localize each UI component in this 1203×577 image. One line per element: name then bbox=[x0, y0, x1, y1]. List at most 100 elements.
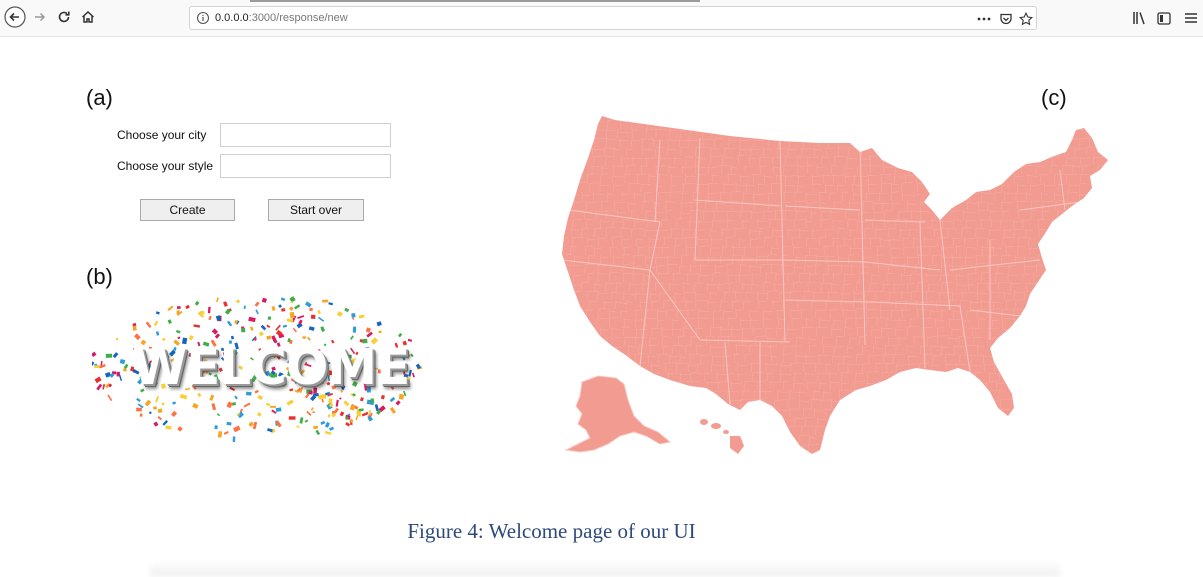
county-border bbox=[927, 452, 938, 454]
county-border bbox=[562, 380, 568, 391]
county-border bbox=[1052, 218, 1063, 229]
county-border bbox=[1104, 425, 1108, 436]
county-border bbox=[717, 119, 727, 130]
county-border bbox=[562, 209, 570, 220]
menu-button[interactable] bbox=[1182, 9, 1200, 27]
pocket-button[interactable] bbox=[998, 11, 1014, 27]
confetti-piece bbox=[243, 402, 251, 408]
confetti-piece bbox=[312, 411, 315, 414]
style-input[interactable] bbox=[220, 154, 391, 178]
county-border bbox=[769, 443, 782, 454]
county-border bbox=[1086, 353, 1094, 364]
county-border bbox=[658, 398, 669, 409]
county-border bbox=[902, 407, 912, 418]
bookmark-button[interactable] bbox=[1018, 11, 1034, 27]
confetti-piece bbox=[376, 321, 382, 327]
county-border bbox=[1074, 326, 1087, 337]
county-border bbox=[788, 119, 799, 130]
county-border bbox=[880, 380, 891, 391]
city-label: Choose your city bbox=[117, 128, 207, 142]
back-button[interactable] bbox=[3, 5, 27, 29]
county-border bbox=[733, 452, 743, 454]
url-text[interactable]: 0.0.0.0:3000/response/new bbox=[215, 12, 348, 24]
confetti-piece bbox=[345, 422, 351, 427]
county-border bbox=[1043, 236, 1054, 247]
county-border bbox=[588, 344, 596, 355]
county-border bbox=[1050, 452, 1062, 454]
county-border bbox=[1050, 326, 1058, 337]
county-border bbox=[1077, 452, 1085, 454]
county-border bbox=[1044, 443, 1053, 454]
create-button[interactable]: Create bbox=[140, 199, 235, 221]
confetti-piece bbox=[328, 426, 335, 431]
county-border bbox=[933, 200, 945, 211]
county-border bbox=[1059, 389, 1071, 400]
county-border bbox=[581, 362, 592, 373]
county-border bbox=[975, 389, 988, 400]
county-border bbox=[675, 416, 684, 427]
county-border bbox=[671, 407, 681, 418]
county-border bbox=[621, 452, 634, 454]
confetti-piece bbox=[199, 310, 205, 315]
county-border bbox=[1085, 415, 1095, 427]
county-border bbox=[692, 389, 704, 400]
county-border bbox=[921, 146, 929, 157]
county-border bbox=[859, 128, 870, 139]
county-border bbox=[1088, 398, 1096, 409]
county-border bbox=[1008, 119, 1021, 130]
city-input[interactable] bbox=[220, 123, 391, 147]
forward-button[interactable] bbox=[28, 5, 52, 29]
county-border bbox=[609, 362, 619, 373]
county-border bbox=[637, 398, 650, 409]
start-over-button[interactable]: Start over bbox=[268, 199, 364, 221]
confetti-piece bbox=[232, 436, 236, 442]
county-border bbox=[582, 137, 590, 148]
county-border bbox=[915, 452, 925, 454]
county-border bbox=[1045, 416, 1059, 427]
county-border bbox=[1042, 335, 1050, 346]
welcome-text: WELCOME bbox=[132, 338, 410, 396]
county-border bbox=[991, 443, 1000, 454]
county-border bbox=[652, 389, 662, 400]
county-border bbox=[1017, 425, 1025, 436]
county-border bbox=[1093, 335, 1104, 346]
home-button[interactable] bbox=[76, 5, 100, 29]
library-button[interactable] bbox=[1131, 9, 1149, 27]
county-border bbox=[582, 119, 595, 130]
county-border bbox=[964, 407, 975, 418]
county-border bbox=[1000, 416, 1010, 427]
forward-arrow-icon bbox=[35, 12, 46, 22]
county-border bbox=[634, 443, 643, 454]
county-border bbox=[927, 371, 940, 382]
county-border bbox=[1055, 119, 1068, 130]
county-border bbox=[1046, 407, 1060, 418]
county-border bbox=[649, 380, 658, 391]
county-border bbox=[822, 452, 830, 454]
county-border bbox=[1098, 407, 1108, 418]
url-bar[interactable]: 0.0.0.0:3000/response/new bbox=[189, 6, 1037, 30]
sidebar-button[interactable] bbox=[1155, 9, 1173, 27]
confetti-piece bbox=[258, 331, 264, 337]
us-county-map[interactable] bbox=[520, 110, 1120, 460]
county-border bbox=[897, 434, 905, 445]
county-border bbox=[1109, 192, 1118, 201]
county-border bbox=[744, 128, 757, 139]
confetti-piece bbox=[309, 307, 313, 312]
county-border bbox=[872, 425, 885, 436]
county-border bbox=[1026, 344, 1036, 355]
county-border bbox=[1028, 308, 1038, 319]
county-border bbox=[642, 371, 652, 382]
county-border bbox=[928, 191, 940, 202]
county-border bbox=[1049, 263, 1062, 274]
info-icon[interactable] bbox=[196, 11, 210, 25]
county-border bbox=[990, 173, 999, 184]
county-border bbox=[569, 155, 578, 166]
county-border bbox=[976, 173, 988, 184]
county-border bbox=[562, 335, 572, 346]
reload-button[interactable] bbox=[52, 5, 76, 29]
page-actions-button[interactable] bbox=[976, 11, 992, 27]
county-border bbox=[635, 380, 644, 391]
confetti-piece bbox=[217, 430, 223, 438]
us-map-graphic bbox=[562, 116, 1118, 454]
county-border bbox=[957, 425, 969, 436]
